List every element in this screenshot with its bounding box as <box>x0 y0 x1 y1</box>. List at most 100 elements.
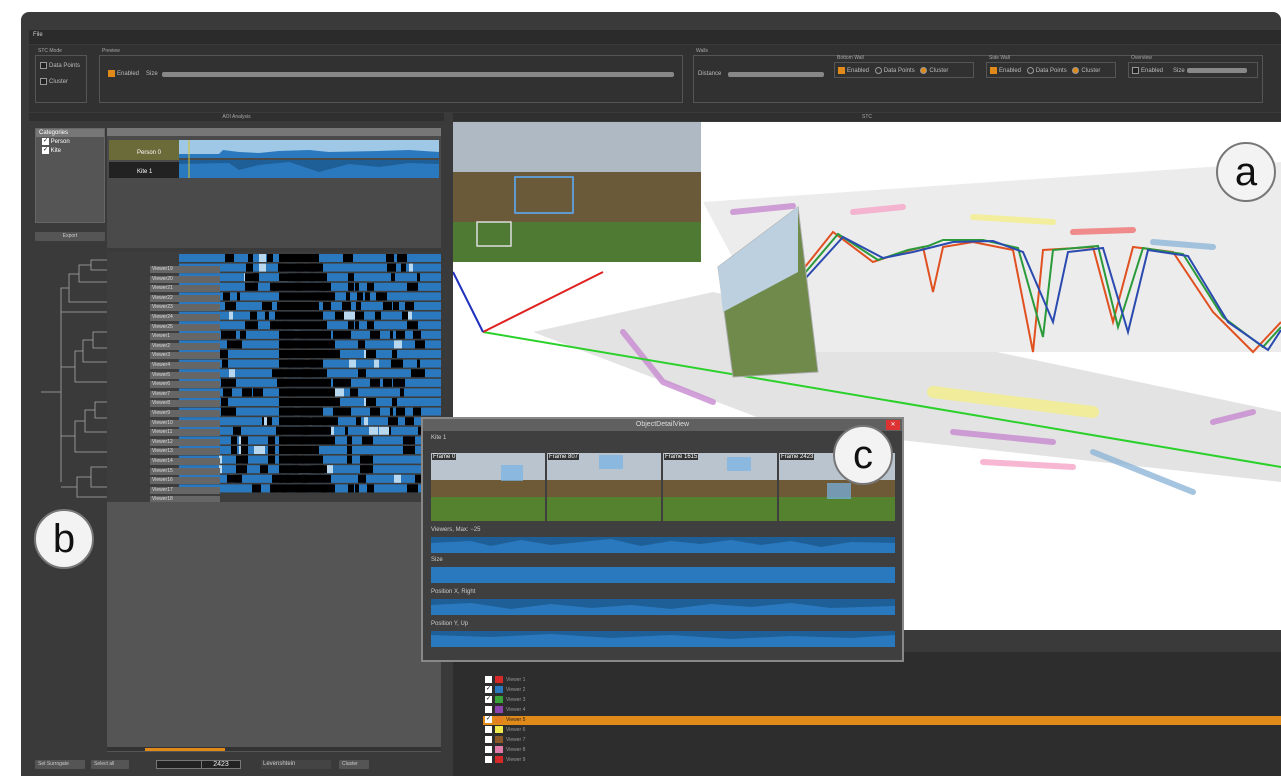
scrollbar-thumb[interactable] <box>145 748 225 751</box>
viewer-row-label[interactable]: Viewer6 <box>150 381 220 389</box>
viewer-row-label[interactable]: Viewer15 <box>150 467 220 475</box>
side-wall-group: Side Wall Enabled Data Points Cluster <box>986 55 1116 78</box>
scarf-segment <box>350 388 358 397</box>
viewer-row-label[interactable]: Viewer10 <box>150 419 220 427</box>
viewer-color-swatch <box>495 676 503 684</box>
preview-size-slider[interactable] <box>162 72 674 77</box>
bottom-wall-datapoints-radio[interactable] <box>874 67 882 74</box>
viewer-list-item[interactable]: Viewer 7 <box>483 736 1281 745</box>
viewer-list-item[interactable]: ✓ Viewer 5 <box>483 716 1281 725</box>
preview-size-label: Size <box>146 71 158 77</box>
viewer-row-label[interactable]: Viewer19 <box>150 266 220 273</box>
viewer-list-item[interactable]: ✓ Viewer 2 <box>483 686 1281 695</box>
scarf-segment <box>366 350 372 358</box>
overview-size-slider[interactable] <box>1187 68 1247 73</box>
viewer-list-item[interactable]: Viewer 8 <box>483 746 1281 755</box>
close-icon[interactable]: ✕ <box>886 420 900 430</box>
viewer-row-label[interactable]: Viewer14 <box>150 458 220 465</box>
distance-slider[interactable] <box>728 72 824 77</box>
viewer-row-label[interactable]: Viewer23 <box>150 304 220 312</box>
viewer-name: Viewer 6 <box>506 727 526 733</box>
side-wall-datapoints-radio[interactable] <box>1026 67 1034 74</box>
viewer-row-label[interactable]: Viewer20 <box>150 275 220 283</box>
scarf-segment <box>245 321 256 330</box>
viewer-checkbox[interactable]: ✓ <box>485 686 492 694</box>
size-sparkline <box>431 567 895 583</box>
category-kite[interactable]: ✓ Kite <box>36 146 104 155</box>
viewer-row-label[interactable]: Viewer12 <box>150 438 220 446</box>
scarf-segment <box>279 378 331 387</box>
viewer-row-label[interactable]: Viewer2 <box>150 342 220 350</box>
viewer-row-label[interactable]: Viewer5 <box>150 371 220 379</box>
viewer-row-label[interactable]: Viewer13 <box>150 448 220 456</box>
viewer-checkbox[interactable] <box>485 706 492 714</box>
viewer-row-label[interactable]: Viewer1 <box>150 333 220 341</box>
scarf-segment <box>253 388 263 397</box>
viewer-checkbox[interactable]: ✓ <box>485 696 492 704</box>
viewer-list-item[interactable]: Viewer 4 <box>483 706 1281 715</box>
viewer-list-item[interactable]: Viewer 9 <box>483 756 1281 765</box>
bottom-wall-group: Bottom Wall Enabled Data Points Cluster <box>834 55 974 78</box>
scarf-segment <box>222 359 228 368</box>
category-person[interactable]: ✓ Person <box>36 137 104 146</box>
export-button[interactable]: Export <box>35 232 105 241</box>
scarf-segment <box>254 446 265 454</box>
scarf-segment <box>231 446 237 454</box>
overview-enabled-option[interactable]: Enabled <box>1132 67 1163 74</box>
frame-value-field[interactable]: 2423 <box>201 760 241 769</box>
viewer-row-label[interactable]: Viewer17 <box>150 486 220 494</box>
object-detail-window[interactable]: ObjectDetailView ✕ Kite 1 Frame 0 Frame … <box>421 417 904 662</box>
scarf-segment <box>248 254 253 262</box>
file-menu[interactable]: File <box>33 32 43 38</box>
viewer-checkbox[interactable] <box>485 746 492 754</box>
scarf-segment <box>358 340 365 349</box>
viewer-row-label[interactable]: Viewer7 <box>150 390 220 398</box>
side-wall-cluster-radio[interactable] <box>1072 67 1080 74</box>
viewer-row-label[interactable]: Viewer9 <box>150 410 220 417</box>
viewer-row-label[interactable]: Viewer4 <box>150 362 220 369</box>
cluster-button[interactable]: Cluster <box>339 760 369 769</box>
viewer-row-label[interactable]: Viewer16 <box>150 477 220 485</box>
frame-thumb-1: Frame 0 <box>431 453 545 521</box>
select-all-button[interactable]: Select all <box>91 760 129 769</box>
scarf-segment <box>279 407 323 416</box>
viewer-row-label[interactable]: Viewer3 <box>150 352 220 360</box>
stc-cluster-option[interactable]: Cluster <box>40 78 68 85</box>
scarf-segment <box>365 292 370 301</box>
viewer-checkbox[interactable] <box>485 726 492 734</box>
scarf-segment <box>390 407 393 416</box>
viewer-row-label[interactable]: Viewer22 <box>150 294 220 302</box>
viewer-color-swatch <box>495 756 503 764</box>
scarf-segment <box>238 340 242 349</box>
scarf-segment <box>279 302 319 310</box>
viewer-row-label[interactable]: Viewer21 <box>150 285 220 293</box>
scarf-segment <box>241 446 248 454</box>
method-select[interactable]: Levenshtein <box>261 760 331 769</box>
viewer-checkbox[interactable] <box>485 756 492 764</box>
scarf-segment <box>367 321 374 330</box>
bottom-wall-enabled-checkbox[interactable] <box>838 67 845 74</box>
viewer-row-label[interactable]: Viewer25 <box>150 323 220 331</box>
video-preview <box>453 122 701 262</box>
preview-enabled-option[interactable]: Enabled <box>108 70 139 77</box>
set-surrogate-button[interactable]: Set Surrogate <box>35 760 85 769</box>
viewer-list-item[interactable]: Viewer 1 <box>483 676 1281 685</box>
scarf-segment <box>407 484 418 493</box>
scarf-segment <box>279 311 323 320</box>
stc-data-points-option[interactable]: Data Points <box>40 62 80 69</box>
viewer-row-label[interactable]: Viewer11 <box>150 429 220 437</box>
viewer-color-swatch <box>495 716 503 724</box>
viewer-list-item[interactable]: ✓ Viewer 3 <box>483 696 1281 705</box>
scarf-segment <box>392 398 397 406</box>
scarf-segment <box>348 321 354 330</box>
viewer-row-label[interactable]: Viewer8 <box>150 400 220 408</box>
scarf-segment <box>279 417 327 426</box>
viewer-checkbox[interactable] <box>485 676 492 684</box>
scarf-segment <box>355 484 359 493</box>
viewer-row-label[interactable]: Viewer24 <box>150 314 220 321</box>
viewer-checkbox[interactable] <box>485 736 492 744</box>
side-wall-enabled-checkbox[interactable] <box>990 67 997 74</box>
viewer-list-item[interactable]: Viewer 6 <box>483 726 1281 735</box>
viewer-checkbox[interactable]: ✓ <box>485 716 492 724</box>
bottom-wall-cluster-radio[interactable] <box>920 67 928 74</box>
